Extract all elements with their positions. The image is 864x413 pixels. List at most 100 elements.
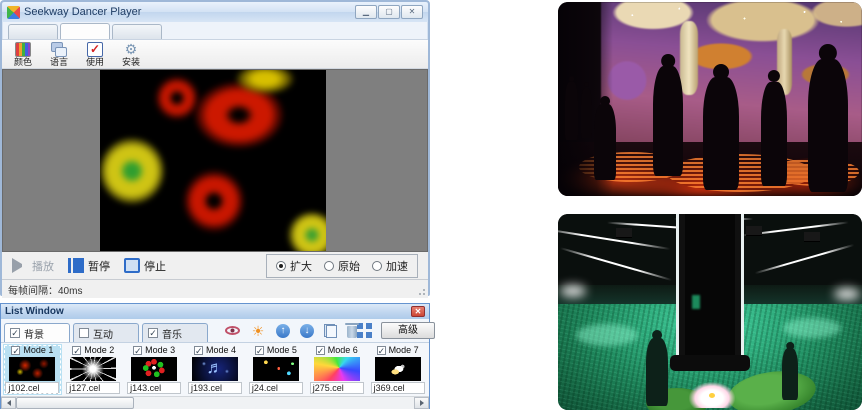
list-window-titlebar[interactable]: List Window ✕ <box>1 304 429 319</box>
checkbox-icon[interactable] <box>79 328 89 338</box>
mode-label: Mode 6 <box>328 345 358 355</box>
central-pillar-led-strips <box>676 214 744 359</box>
mode-item[interactable]: Mode 3 j143.cel <box>125 344 184 395</box>
list-tab[interactable]: 背景 <box>4 323 70 342</box>
projector <box>616 228 632 237</box>
resize-grip[interactable] <box>417 287 426 296</box>
list-tab-label: 互动 <box>93 326 113 341</box>
mode-thumbnail[interactable] <box>9 357 55 382</box>
stop-icon <box>124 258 140 273</box>
mode-item[interactable]: Mode 7 j369.cel <box>368 344 427 395</box>
toolbar-button-label: 使用 <box>86 57 104 67</box>
horizontal-scrollbar[interactable] <box>1 396 429 409</box>
player-tab[interactable] <box>112 24 162 39</box>
toolbar-button[interactable]: 颜色 <box>10 42 36 67</box>
minimize-button[interactable]: ▁ <box>355 5 377 19</box>
view-mode-radio[interactable]: 原始 <box>324 258 360 274</box>
player-window-title: Seekway Dancer Player <box>24 6 141 18</box>
transport-label: 停止 <box>144 258 166 274</box>
radio-icon <box>372 261 382 271</box>
transport-button[interactable]: 停止 <box>124 258 166 274</box>
radio-icon <box>324 261 334 271</box>
mode-thumbnail[interactable] <box>192 357 238 382</box>
checkbox-icon[interactable] <box>148 328 158 338</box>
animation-canvas[interactable] <box>100 70 326 251</box>
view-mode-group: 扩大 原始 加速 <box>266 254 418 278</box>
app-icon <box>7 6 20 19</box>
player-tab[interactable] <box>8 24 58 39</box>
scrollbar-thumb[interactable] <box>16 397 134 409</box>
person-silhouette <box>700 64 742 190</box>
player-tab[interactable] <box>60 23 110 39</box>
mode-item[interactable]: Mode 6 j275.cel <box>307 344 366 395</box>
transport-button[interactable]: 播放 <box>12 258 54 274</box>
checkbox-icon[interactable] <box>133 346 142 355</box>
upload-icon[interactable] <box>276 324 290 338</box>
mode-filename: j102.cel <box>5 382 59 394</box>
player-titlebar[interactable]: Seekway Dancer Player ▁ ▢ ✕ <box>2 2 428 22</box>
player-tabs <box>2 22 428 40</box>
pillar-base <box>670 355 750 371</box>
list-close-button[interactable]: ✕ <box>411 306 425 317</box>
pause-icon <box>68 258 84 273</box>
copy-icon[interactable] <box>324 324 337 338</box>
mode-item[interactable]: Mode 1 j102.cel <box>3 344 62 395</box>
check-icon <box>87 42 103 57</box>
delete-icon[interactable] <box>347 326 357 338</box>
transport-group: 播放 暂停 停止 <box>12 258 180 274</box>
list-toolbar-right: 高级 <box>357 322 435 339</box>
toolbar-button[interactable]: 语言 <box>46 42 72 67</box>
mode-thumbnail[interactable] <box>70 357 116 382</box>
view-icon[interactable] <box>225 326 240 335</box>
checkbox-icon[interactable] <box>11 346 20 355</box>
mode-thumbnail[interactable] <box>131 357 177 382</box>
window-buttons: ▁ ▢ ✕ <box>355 5 423 19</box>
checkbox-icon[interactable] <box>10 328 20 338</box>
close-button[interactable]: ✕ <box>401 5 423 19</box>
view-mode-radio[interactable]: 加速 <box>372 258 408 274</box>
view-mode-radio[interactable]: 扩大 <box>276 258 312 274</box>
mode-label: Mode 4 <box>206 345 236 355</box>
toolbar-button[interactable]: 安装 <box>118 42 144 67</box>
red-swirl <box>155 76 199 120</box>
download-icon[interactable] <box>300 324 314 338</box>
checkbox-icon[interactable] <box>255 346 264 355</box>
status-bar: 每帧间隔：40ms <box>2 279 428 298</box>
light-streak <box>558 228 670 250</box>
scroll-left-arrow[interactable] <box>1 397 16 409</box>
preview-area <box>2 69 428 252</box>
light-streak <box>754 244 854 274</box>
mode-thumbnail[interactable] <box>314 357 360 382</box>
transport-label: 暂停 <box>88 258 110 274</box>
checkbox-icon[interactable] <box>72 346 81 355</box>
list-window-title: List Window <box>5 306 64 317</box>
toolbar-button-label: 语言 <box>50 57 68 67</box>
photo-green-interactive-floor-room <box>558 214 862 410</box>
toolbar-button[interactable]: 使用 <box>82 42 108 67</box>
advanced-button[interactable]: 高级 <box>381 322 435 339</box>
mode-thumbnail[interactable] <box>375 357 421 382</box>
scroll-right-arrow[interactable] <box>414 397 429 409</box>
mode-item[interactable]: Mode 5 j24.cel <box>246 344 305 395</box>
yellow-swirl-corner <box>288 212 326 251</box>
checkbox-icon[interactable] <box>316 346 325 355</box>
checkbox-icon[interactable] <box>194 346 203 355</box>
radio-label: 加速 <box>386 258 408 274</box>
mode-thumbnail[interactable] <box>253 357 299 382</box>
mode-item[interactable]: Mode 4 j193.cel <box>186 344 245 395</box>
mode-filename: j127.cel <box>66 382 120 394</box>
list-tab[interactable]: 互动 <box>73 323 139 342</box>
mode-filename: j275.cel <box>310 382 364 394</box>
list-tab[interactable]: 音乐 <box>142 323 208 342</box>
maximize-button[interactable]: ▢ <box>378 5 400 19</box>
light-streak <box>560 247 672 281</box>
gear-icon <box>123 42 139 57</box>
transport-button[interactable]: 暂停 <box>68 258 110 274</box>
checkbox-icon[interactable] <box>377 346 386 355</box>
list-tool-icons <box>225 323 357 338</box>
brightness-icon[interactable] <box>250 323 266 338</box>
wall-light-glow <box>560 285 586 297</box>
person-silhouette <box>804 44 852 192</box>
floor-light-patch <box>576 324 638 346</box>
mode-item[interactable]: Mode 2 j127.cel <box>64 344 123 395</box>
